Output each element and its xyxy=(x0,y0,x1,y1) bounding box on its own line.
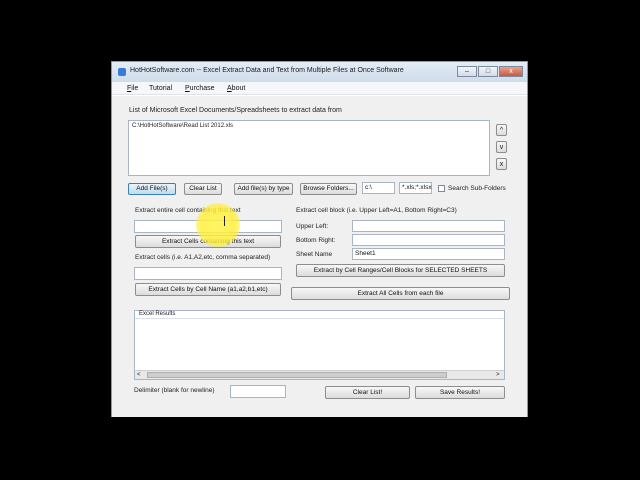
sheet-name-label: Sheet Name xyxy=(296,251,333,258)
clear-results-button[interactable]: Clear List! xyxy=(325,386,410,399)
menu-tutorial-label: Tutorial xyxy=(149,85,173,92)
app-window: HotHotSoftware.com -- Excel Extract Data… xyxy=(111,61,528,417)
results-header: Excel Results xyxy=(135,311,504,319)
add-files-by-type-button[interactable]: Add file(s) by type xyxy=(234,183,293,195)
results-horizontal-scrollbar[interactable]: < > xyxy=(135,370,504,379)
search-subfolders-label: Search Sub-Folders xyxy=(448,185,506,192)
move-down-button[interactable]: v xyxy=(496,141,507,153)
title-bar[interactable]: HotHotSoftware.com -- Excel Extract Data… xyxy=(112,62,527,82)
add-files-button[interactable]: Add File(s) xyxy=(128,183,176,195)
cursor-highlight xyxy=(196,203,240,247)
text-cursor xyxy=(224,216,225,226)
client-area: List of Microsoft Excel Documents/Spread… xyxy=(112,96,527,417)
search-subfolders-checkbox[interactable] xyxy=(438,185,445,192)
browse-folders-button[interactable]: Browse Folders... xyxy=(300,183,357,195)
bottom-right-label: Bottom Right: xyxy=(296,237,336,244)
extract-by-cell-name-button[interactable]: Extract Cells by Cell Name (a1,a2,b1,etc… xyxy=(135,283,281,296)
file-pattern-field[interactable]: *.xls;*.xlsx xyxy=(399,182,432,194)
results-box[interactable]: Excel Results < > xyxy=(134,310,505,380)
clear-list-button[interactable]: Clear List xyxy=(184,183,222,195)
remove-file-button[interactable]: x xyxy=(496,158,507,170)
bottom-right-field[interactable] xyxy=(352,234,505,246)
menu-purchase[interactable]: Purchase xyxy=(185,85,215,92)
maximize-button[interactable]: □ xyxy=(478,66,498,77)
menu-about-label: bout xyxy=(231,85,246,92)
cell-names-label: Extract cells (i.e. A1,A2,etc, comma sep… xyxy=(135,254,271,261)
delimiter-label: Delimiter (blank for newline) xyxy=(134,387,215,394)
cell-names-field[interactable] xyxy=(134,267,282,280)
results-header-label: Excel Results xyxy=(139,311,176,317)
file-list-item[interactable]: C:\HotHotSoftware\Read List 2012.xls xyxy=(132,123,233,129)
move-up-button[interactable]: ^ xyxy=(496,124,507,136)
upper-left-field[interactable] xyxy=(352,220,505,232)
cell-block-label: Extract cell block (i.e. Upper Left=A1, … xyxy=(296,207,457,214)
extract-by-ranges-button[interactable]: Extract by Cell Ranges/Cell Blocks for S… xyxy=(296,264,505,277)
file-list[interactable]: C:\HotHotSoftware\Read List 2012.xls xyxy=(128,120,490,176)
scroll-right-arrow[interactable]: > xyxy=(496,372,500,378)
save-results-button[interactable]: Save Results! xyxy=(415,386,505,399)
menu-purchase-label: urchase xyxy=(189,85,215,92)
file-list-heading: List of Microsoft Excel Documents/Spread… xyxy=(129,107,342,114)
window-title: HotHotSoftware.com -- Excel Extract Data… xyxy=(130,67,404,74)
extract-all-cells-button[interactable]: Extract All Cells from each file xyxy=(291,287,510,300)
delimiter-field[interactable] xyxy=(230,385,286,398)
close-button[interactable]: x xyxy=(499,66,523,77)
app-icon xyxy=(118,68,126,76)
menu-about[interactable]: About xyxy=(227,85,245,92)
upper-left-label: Upper Left: xyxy=(296,223,329,230)
scroll-left-arrow[interactable]: < xyxy=(137,372,141,378)
menu-bar: File Tutorial Purchase About xyxy=(112,82,527,95)
menu-tutorial[interactable]: Tutorial xyxy=(149,85,172,92)
minimize-button[interactable]: – xyxy=(457,66,477,77)
folder-field[interactable]: c:\ xyxy=(362,182,395,194)
menu-file[interactable]: File xyxy=(127,85,138,92)
scroll-thumb[interactable] xyxy=(147,372,447,378)
menu-file-label: ile xyxy=(131,85,139,92)
sheet-name-field[interactable]: Sheet1 xyxy=(352,248,505,260)
